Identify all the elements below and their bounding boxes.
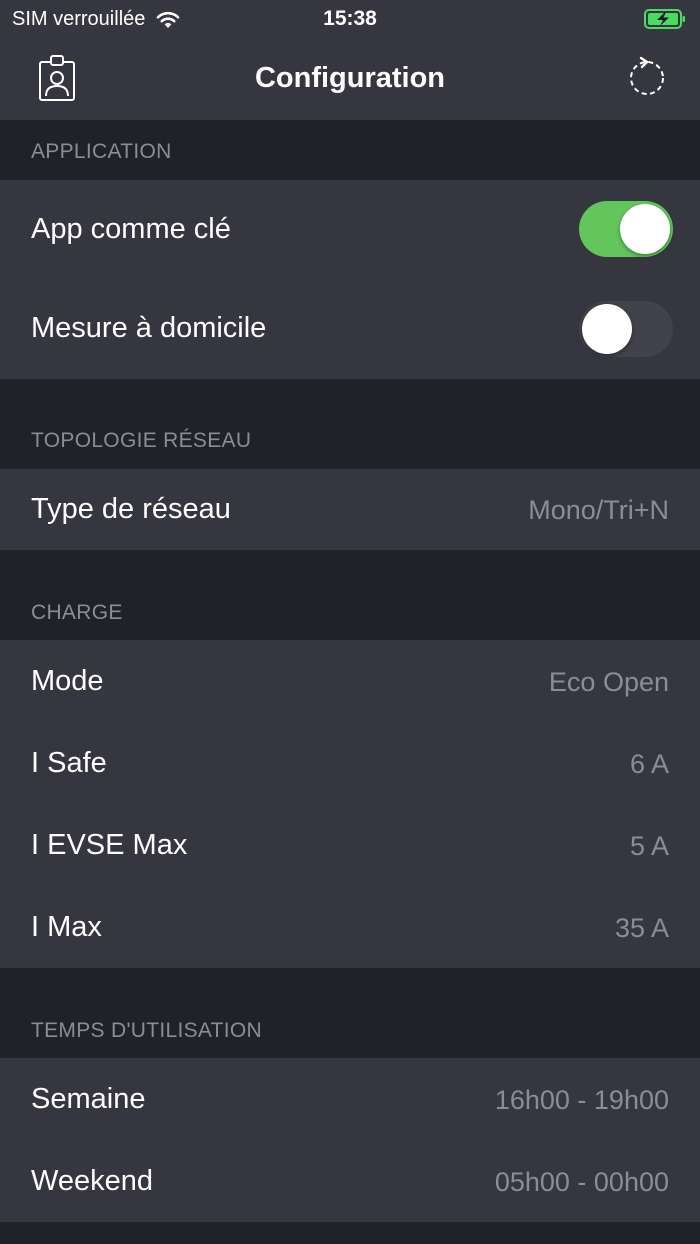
row-label: App comme clé: [31, 213, 231, 245]
section-title: APPLICATION: [31, 140, 172, 163]
row-label: I Max: [31, 911, 102, 943]
clock: 15:38: [323, 7, 377, 30]
page-title: Configuration: [254, 62, 446, 94]
topology-group: Type de réseau Mono/Tri+N: [0, 469, 700, 550]
section-title: CHARGE: [31, 601, 123, 624]
row-value: 35 A: [614, 913, 669, 943]
application-group: App comme clé Mesure à domicile: [0, 180, 700, 379]
section-header-charge: CHARGE: [0, 550, 700, 640]
refresh-icon[interactable]: [626, 55, 668, 97]
status-bar: SIM verrouillée 15:38: [0, 0, 700, 40]
section-header-usage-time: TEMPS D'UTILISATION: [0, 968, 700, 1058]
row-label: Weekend: [31, 1165, 153, 1197]
toggle-knob: [582, 304, 632, 354]
row-value: Eco Open: [548, 667, 669, 697]
battery-charging-icon: [644, 9, 685, 29]
section-title: TEMPS D'UTILISATION: [31, 1019, 263, 1042]
week-row[interactable]: Semaine 16h00 - 19h00: [0, 1058, 700, 1140]
row-value: 6 A: [629, 749, 669, 779]
weekend-row[interactable]: Weekend 05h00 - 00h00: [0, 1140, 700, 1222]
row-value: Mono/Tri+N: [528, 495, 669, 525]
row-label: Type de réseau: [31, 493, 231, 525]
i-evse-max-row[interactable]: I EVSE Max 5 A: [0, 804, 700, 886]
i-max-row[interactable]: I Max 35 A: [0, 886, 700, 968]
charge-group: Mode Eco Open I Safe 6 A I EVSE Max 5 A …: [0, 640, 700, 968]
row-label: I EVSE Max: [31, 829, 188, 861]
usage-time-group: Semaine 16h00 - 19h00 Weekend 05h00 - 00…: [0, 1058, 700, 1222]
toggle-knob: [620, 204, 670, 254]
row-label: Semaine: [31, 1083, 146, 1115]
row-label: I Safe: [31, 747, 107, 779]
row-label: Mode: [31, 665, 104, 697]
top-bar: SIM verrouillée 15:38 Configuration: [0, 0, 700, 120]
app-as-key-toggle[interactable]: [579, 201, 673, 257]
section-header-application: APPLICATION: [0, 120, 700, 180]
network-type-row[interactable]: Type de réseau Mono/Tri+N: [0, 469, 700, 550]
i-safe-row[interactable]: I Safe 6 A: [0, 722, 700, 804]
row-value: 16h00 - 19h00: [494, 1085, 669, 1115]
row-value: 5 A: [629, 831, 669, 861]
section-header-topology: TOPOLOGIE RÉSEAU: [0, 379, 700, 469]
app-as-key-row: App comme clé: [0, 180, 700, 280]
section-title: TOPOLOGIE RÉSEAU: [31, 429, 252, 452]
home-measure-row: Mesure à domicile: [0, 280, 700, 379]
mode-row[interactable]: Mode Eco Open: [0, 640, 700, 722]
navigation-bar: Configuration: [0, 40, 700, 120]
row-value: 05h00 - 00h00: [494, 1167, 669, 1197]
home-measure-toggle[interactable]: [579, 301, 673, 357]
row-label: Mesure à domicile: [31, 312, 267, 344]
